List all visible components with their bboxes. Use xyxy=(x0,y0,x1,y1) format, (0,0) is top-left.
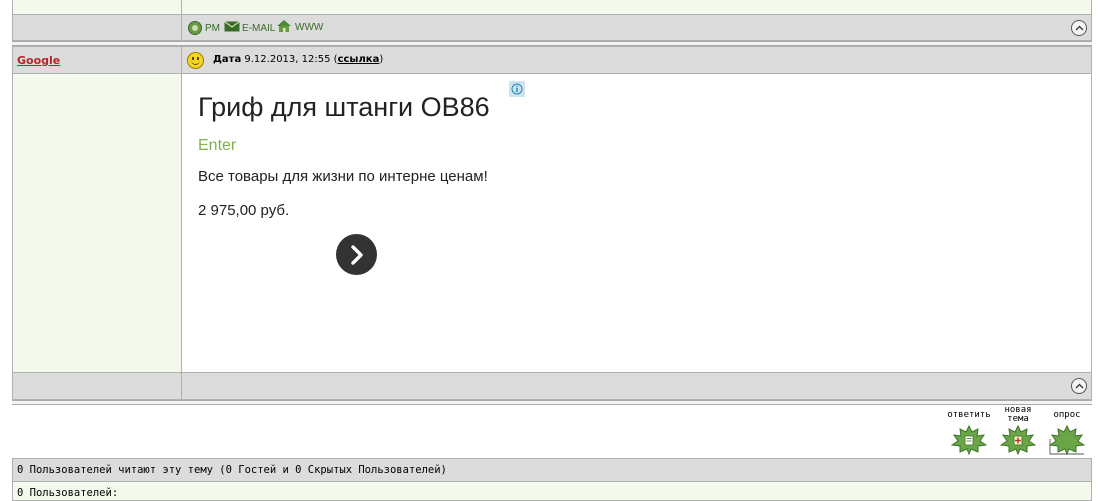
new-topic-button[interactable]: новая тема xyxy=(995,403,1041,456)
pm-label: PM xyxy=(205,22,220,34)
post-date: Дата 9.12.2013, 12:55 (ссылка) xyxy=(213,54,384,65)
post-header-bar: Дата 9.12.2013, 12:55 (ссылка) xyxy=(181,46,1092,74)
pm-icon xyxy=(188,21,202,35)
post-content: Гриф для штанги OB86 Enter Все товары дл… xyxy=(181,73,1092,373)
leaf-poll-icon xyxy=(1049,425,1085,455)
leaf-new-topic-icon xyxy=(1000,425,1036,455)
date-value: 9.12.2013, 12:55 xyxy=(244,54,331,65)
smiley-icon xyxy=(187,52,204,69)
prev-post-body-left xyxy=(12,0,182,15)
chevron-up-icon xyxy=(1075,383,1083,389)
home-icon xyxy=(276,19,292,36)
active-users-bar: 0 Пользователей читают эту тему (0 Госте… xyxy=(12,458,1092,482)
chevron-up-icon xyxy=(1075,25,1083,31)
ad-price: 2 975,00 руб. xyxy=(198,202,290,219)
leaf-reply-icon xyxy=(951,425,987,455)
www-label: WWW xyxy=(295,21,324,33)
poll-label: опрос xyxy=(1053,410,1081,420)
users-count: 0 Пользователей: xyxy=(17,487,119,499)
post-footer-bar xyxy=(181,372,1092,400)
ad-source[interactable]: Enter xyxy=(198,137,236,155)
ad-next-button[interactable] xyxy=(336,234,377,275)
email-link[interactable]: E-MAIL xyxy=(224,20,275,36)
prev-post-footer-bar: PM E-MAIL WWW xyxy=(181,14,1092,41)
author-link[interactable]: Google xyxy=(17,54,60,67)
date-label: Дата xyxy=(213,54,242,65)
new-topic-label-2: тема xyxy=(1007,414,1029,424)
email-label: E-MAIL xyxy=(242,22,276,34)
scroll-top-button[interactable] xyxy=(1071,20,1087,36)
readers-count: 0 Пользователей читают эту тему (0 Госте… xyxy=(17,464,447,476)
post-author-cell: Google xyxy=(12,46,182,74)
prev-post-body-right xyxy=(181,0,1092,15)
scroll-top-button-2[interactable] xyxy=(1071,378,1087,394)
reply-button[interactable]: ответить xyxy=(946,408,992,456)
poll-button[interactable]: опрос xyxy=(1044,408,1090,456)
pm-link[interactable]: PM xyxy=(188,20,220,36)
ad-title[interactable]: Гриф для штанги OB86 xyxy=(198,92,490,123)
post-end-separator xyxy=(12,400,1092,405)
reply-label: ответить xyxy=(947,410,991,420)
email-icon xyxy=(224,21,240,35)
prev-post-footer-left xyxy=(12,14,182,41)
post-permalink[interactable]: ссылка xyxy=(338,54,380,65)
chevron-right-icon xyxy=(350,244,363,265)
post-author-column xyxy=(12,73,182,373)
ad-info-icon[interactable] xyxy=(509,81,525,97)
ad-description: Все товары для жизни по интерне ценам! xyxy=(198,168,488,185)
www-link[interactable]: WWW xyxy=(276,19,323,35)
post-footer-left xyxy=(12,372,182,400)
active-users-list: 0 Пользователей: xyxy=(12,481,1092,501)
